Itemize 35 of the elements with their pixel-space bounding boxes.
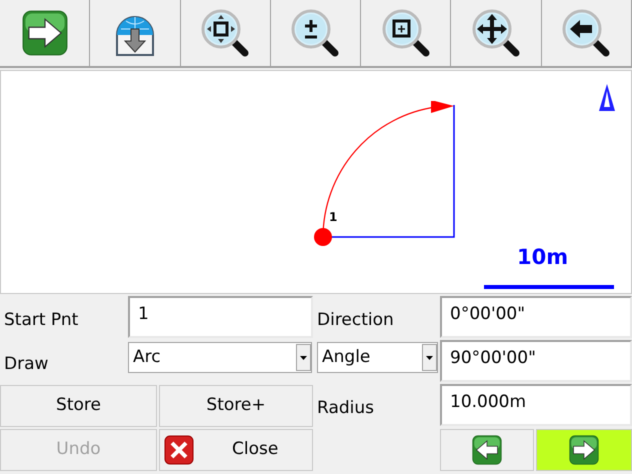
zoom-plus-minus-icon <box>289 7 342 59</box>
zoom-window-button[interactable] <box>361 0 452 68</box>
scale-label: 10m <box>517 247 568 268</box>
close-icon <box>164 435 194 465</box>
dropdown-value: Angle <box>322 346 370 369</box>
zoom-window-icon <box>380 7 432 59</box>
angle-field[interactable]: 90°00'00" <box>440 340 632 382</box>
field-label: Start Pnt <box>3 309 80 332</box>
field-label: Draw <box>3 353 50 376</box>
pan-button[interactable] <box>451 0 542 68</box>
zoom-extents-icon <box>199 7 252 59</box>
zoom-previous-button[interactable] <box>542 0 632 68</box>
action-button[interactable]: Store+ <box>159 385 313 427</box>
dropdown[interactable]: Arc <box>128 342 312 373</box>
action-button[interactable]: Store <box>0 385 157 427</box>
north-arrow-icon <box>598 83 616 113</box>
next-button[interactable] <box>536 429 632 471</box>
close-button[interactable]: Close <box>159 429 313 471</box>
dropdown[interactable]: Angle <box>317 342 438 373</box>
caret-icon <box>422 344 437 371</box>
field-label: Radius <box>316 397 376 420</box>
radius-field[interactable]: 10.000m <box>440 384 632 426</box>
point-label: 1 <box>329 211 338 223</box>
zoom-extents-button[interactable] <box>180 0 271 68</box>
dropdown-value: Arc <box>133 346 161 369</box>
direction-field[interactable]: 0°00'00" <box>440 296 632 338</box>
pan-icon <box>470 7 522 59</box>
zoom-button[interactable] <box>270 0 362 68</box>
caret-icon <box>296 344 311 371</box>
previous-button[interactable] <box>440 429 534 471</box>
start-point-field[interactable]: 1 <box>128 296 313 338</box>
field-label: Direction <box>316 309 395 332</box>
download-button[interactable] <box>90 0 181 68</box>
back-arrow-icon <box>560 7 612 59</box>
next-button[interactable] <box>0 0 90 68</box>
